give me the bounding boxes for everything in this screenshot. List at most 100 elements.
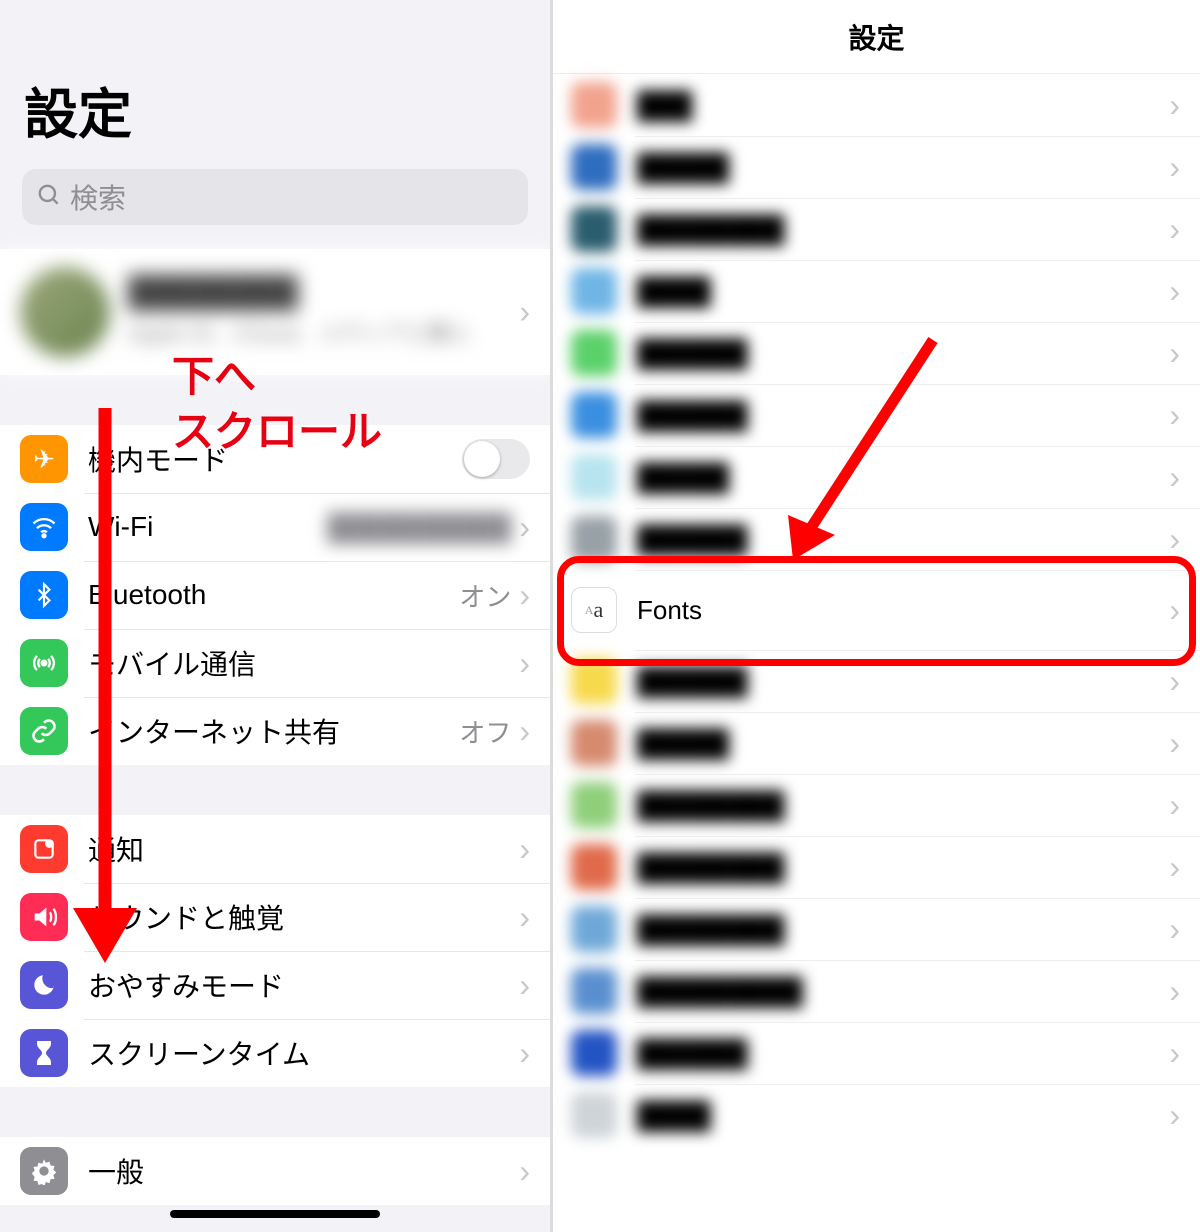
chevron-right-icon: › bbox=[1169, 273, 1180, 310]
search-placeholder: 検索 bbox=[70, 177, 126, 217]
chevron-right-icon: › bbox=[519, 967, 530, 1004]
chevron-right-icon: › bbox=[1169, 663, 1180, 700]
app-row[interactable]: ██████› bbox=[553, 650, 1200, 712]
app-row[interactable]: █████████› bbox=[553, 960, 1200, 1022]
settings-main-pane: 設定 検索 ████████ Apple ID、iCloud、メディアと購入 ›… bbox=[0, 0, 553, 1232]
avatar bbox=[20, 267, 110, 357]
row-value: オフ bbox=[459, 713, 511, 750]
row-label: おやすみモード bbox=[88, 965, 519, 1005]
chevron-right-icon: › bbox=[1169, 211, 1180, 248]
app-row[interactable]: ████████› bbox=[553, 898, 1200, 960]
chevron-right-icon: › bbox=[1169, 521, 1180, 558]
app-row[interactable]: ████› bbox=[553, 260, 1200, 322]
row-label: モバイル通信 bbox=[88, 643, 519, 683]
row-value: ██████████ bbox=[327, 512, 511, 543]
app-icon bbox=[571, 144, 617, 190]
chevron-right-icon: › bbox=[519, 294, 530, 331]
home-indicator bbox=[170, 1210, 380, 1218]
screentime-row-icon bbox=[20, 1029, 68, 1077]
arrow-pointer-icon bbox=[753, 330, 953, 590]
chevron-right-icon: › bbox=[519, 1035, 530, 1072]
app-icon bbox=[571, 720, 617, 766]
app-row[interactable]: █████› bbox=[553, 136, 1200, 198]
sounds-row-icon bbox=[20, 893, 68, 941]
settings-apps-pane: 設定 ███›█████›████████›████›██████›██████… bbox=[553, 0, 1200, 1232]
profile-name: ████████ bbox=[128, 276, 471, 310]
search-input[interactable]: 検索 bbox=[22, 169, 528, 225]
row-label: █████ bbox=[637, 728, 1169, 759]
dnd-row-icon bbox=[20, 961, 68, 1009]
app-icon bbox=[571, 782, 617, 828]
app-icon bbox=[571, 844, 617, 890]
chevron-right-icon: › bbox=[519, 1153, 530, 1190]
app-row[interactable]: ███› bbox=[553, 74, 1200, 136]
row-label: 通知 bbox=[88, 829, 519, 869]
app-icon bbox=[571, 658, 617, 704]
row-label: ████████ bbox=[637, 914, 1169, 945]
app-icon bbox=[571, 392, 617, 438]
app-row[interactable]: ████████› bbox=[553, 774, 1200, 836]
app-icon bbox=[571, 516, 617, 562]
screentime-row[interactable]: スクリーンタイム› bbox=[0, 1019, 550, 1087]
search-icon bbox=[36, 182, 62, 213]
row-label: スクリーンタイム bbox=[88, 1033, 519, 1073]
app-row[interactable]: ████████› bbox=[553, 198, 1200, 260]
row-label: █████████ bbox=[637, 976, 1169, 1007]
row-label: ████ bbox=[637, 276, 1169, 307]
chevron-right-icon: › bbox=[1169, 725, 1180, 762]
page-title: 設定 bbox=[553, 0, 1200, 74]
chevron-right-icon: › bbox=[1169, 149, 1180, 186]
row-label: ███ bbox=[637, 90, 1169, 121]
fonts-icon: Aa bbox=[571, 587, 617, 633]
chevron-right-icon: › bbox=[1169, 459, 1180, 496]
row-value: オン bbox=[459, 577, 511, 614]
app-row[interactable]: ████› bbox=[553, 1084, 1200, 1146]
row-label: 一般 bbox=[88, 1151, 519, 1191]
row-label: ████████ bbox=[637, 852, 1169, 883]
app-icon bbox=[571, 330, 617, 376]
chevron-right-icon: › bbox=[519, 831, 530, 868]
row-label: ████████ bbox=[637, 790, 1169, 821]
app-icon bbox=[571, 206, 617, 252]
chevron-right-icon: › bbox=[1169, 87, 1180, 124]
app-row[interactable]: █████› bbox=[553, 712, 1200, 774]
row-label: ████████ bbox=[637, 214, 1169, 245]
app-row[interactable]: ████████› bbox=[553, 836, 1200, 898]
wifi-row-icon bbox=[20, 503, 68, 551]
row-label: ██████ bbox=[637, 666, 1169, 697]
general-row-icon bbox=[20, 1147, 68, 1195]
row-label: サウンドと触覚 bbox=[88, 897, 519, 937]
hotspot-row-icon bbox=[20, 707, 68, 755]
app-icon bbox=[571, 454, 617, 500]
arrow-down-icon bbox=[65, 408, 145, 968]
notifications-row-icon bbox=[20, 825, 68, 873]
app-icon bbox=[571, 906, 617, 952]
app-icon bbox=[571, 968, 617, 1014]
chevron-right-icon: › bbox=[1169, 973, 1180, 1010]
app-icon bbox=[571, 268, 617, 314]
row-label: Fonts bbox=[637, 595, 1169, 626]
chevron-right-icon: › bbox=[1169, 397, 1180, 434]
chevron-right-icon: › bbox=[519, 509, 530, 546]
airplane-toggle[interactable] bbox=[462, 439, 530, 479]
chevron-right-icon: › bbox=[1169, 1035, 1180, 1072]
chevron-right-icon: › bbox=[519, 713, 530, 750]
chevron-right-icon: › bbox=[1169, 1097, 1180, 1134]
chevron-right-icon: › bbox=[1169, 911, 1180, 948]
chevron-right-icon: › bbox=[519, 645, 530, 682]
chevron-right-icon: › bbox=[1169, 849, 1180, 886]
row-label: █████ bbox=[637, 152, 1169, 183]
airplane-mode-row-icon: ✈ bbox=[20, 435, 68, 483]
app-row[interactable]: ██████› bbox=[553, 1022, 1200, 1084]
chevron-right-icon: › bbox=[519, 899, 530, 936]
chevron-right-icon: › bbox=[1169, 592, 1180, 629]
profile-sub: Apple ID、iCloud、メディアと購入 bbox=[128, 316, 471, 348]
general-row[interactable]: 一般› bbox=[0, 1137, 550, 1205]
page-title: 設定 bbox=[0, 0, 550, 169]
cellular-row-icon bbox=[20, 639, 68, 687]
row-label: ████ bbox=[637, 1100, 1169, 1131]
chevron-right-icon: › bbox=[1169, 335, 1180, 372]
app-icon bbox=[571, 82, 617, 128]
annotation-scroll-down: 下へ スクロール bbox=[172, 350, 382, 459]
chevron-right-icon: › bbox=[1169, 787, 1180, 824]
